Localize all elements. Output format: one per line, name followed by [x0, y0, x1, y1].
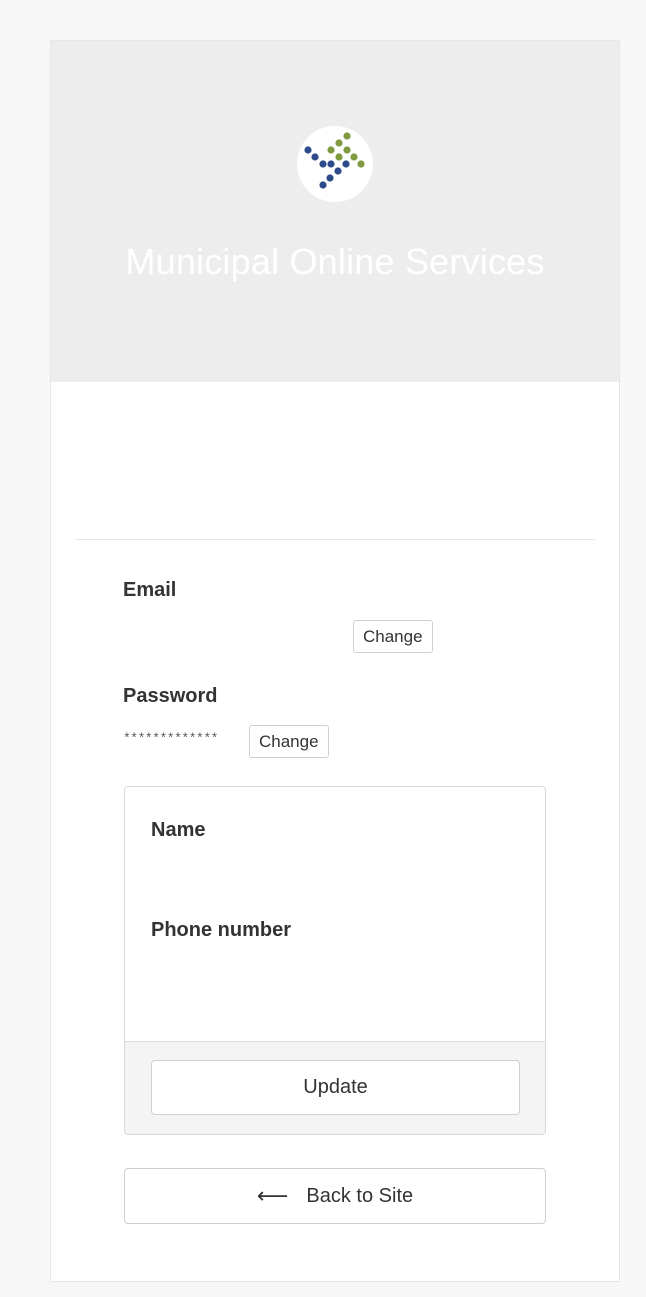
logo-dot: [327, 146, 335, 154]
password-mask: *************: [123, 731, 218, 746]
profile-panel: Name Phone number Update: [124, 786, 546, 1135]
email-label: Email: [123, 579, 177, 601]
logo-dot: [311, 153, 319, 161]
logo-dot: [335, 153, 343, 161]
dot-grid-logo-icon: [304, 132, 365, 189]
logo-dot: [343, 146, 351, 154]
phone-number-label: Phone number: [151, 919, 292, 941]
arrow-left-icon: ⟵: [256, 1183, 289, 1208]
change-email-button[interactable]: Change: [353, 620, 433, 653]
logo-dot: [304, 146, 312, 154]
site-header: Municipal Online Services: [51, 41, 619, 382]
update-button[interactable]: Update: [151, 1060, 520, 1115]
site-title: Municipal Online Services: [125, 241, 545, 282]
logo-dot: [342, 160, 350, 168]
logo-dot: [326, 174, 334, 182]
site-logo: [297, 126, 373, 202]
logo-dot: [327, 160, 335, 168]
logo-dot: [350, 153, 358, 161]
logo-dot: [343, 132, 351, 140]
change-password-button[interactable]: Change: [249, 725, 329, 758]
profile-panel-footer: Update: [125, 1041, 545, 1134]
logo-dot: [357, 160, 365, 168]
logo-dot: [319, 160, 327, 168]
account-card: Municipal Online Services Email Change P…: [50, 40, 620, 1282]
section-divider: [75, 539, 595, 540]
back-to-site-button[interactable]: ⟵ Back to Site: [124, 1168, 546, 1224]
back-to-site-label: Back to Site: [306, 1184, 414, 1207]
logo-dot: [335, 139, 343, 147]
password-label: Password: [123, 685, 218, 707]
logo-dot: [334, 167, 342, 175]
logo-dot: [319, 181, 327, 189]
name-label: Name: [151, 819, 206, 841]
